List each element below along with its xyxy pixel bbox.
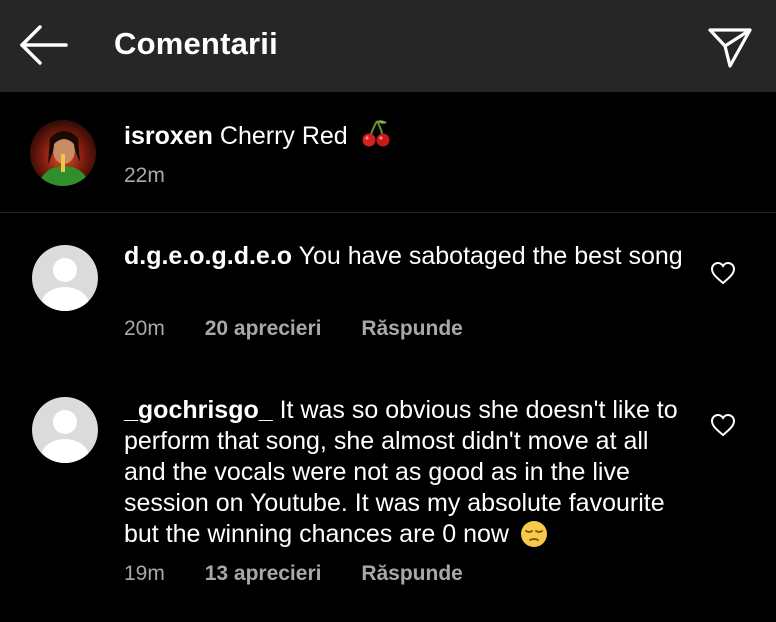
heart-icon xyxy=(710,261,736,285)
page-title: Comentarii xyxy=(114,26,278,61)
reply-button[interactable]: Răspunde xyxy=(361,562,463,586)
paper-plane-icon xyxy=(708,28,752,68)
author-avatar[interactable] xyxy=(30,120,96,186)
cherries-emoji xyxy=(361,118,391,156)
avatar[interactable] xyxy=(32,397,98,463)
pensive-face-emoji xyxy=(520,520,548,556)
caption-body: Cherry Red xyxy=(219,122,348,150)
post-caption: isroxen Cherry Red 22m xyxy=(0,92,776,212)
app-header: Comentarii xyxy=(0,0,776,92)
caption-timestamp: 22m xyxy=(124,164,165,187)
caption-text: isroxen Cherry Red xyxy=(124,118,391,156)
like-button[interactable] xyxy=(710,261,736,285)
comment-username[interactable]: _gochrisgo_ xyxy=(124,396,273,424)
back-button[interactable] xyxy=(18,22,72,68)
reply-button[interactable]: Răspunde xyxy=(361,317,463,341)
comment-meta: 20m 20 aprecieri Răspunde xyxy=(124,317,463,341)
comment-meta: 19m 13 aprecieri Răspunde xyxy=(124,562,463,586)
comment-item: d.g.e.o.g.d.e.o You have sabotaged the b… xyxy=(0,213,776,363)
comment-text: _gochrisgo_ It was so obvious she doesn'… xyxy=(124,395,694,556)
share-button[interactable] xyxy=(706,24,754,70)
likes-count-link[interactable]: 20 aprecieri xyxy=(205,317,322,341)
heart-icon xyxy=(710,413,736,437)
comment-text: d.g.e.o.g.d.e.o You have sabotaged the b… xyxy=(124,241,694,272)
author-username[interactable]: isroxen xyxy=(124,122,213,150)
arrow-left-icon xyxy=(20,25,68,65)
comment-body: You have sabotaged the best song xyxy=(298,242,683,270)
comment-timestamp: 19m xyxy=(124,562,165,585)
likes-count-link[interactable]: 13 aprecieri xyxy=(205,562,322,586)
comment-username[interactable]: d.g.e.o.g.d.e.o xyxy=(124,242,292,270)
comment-item: _gochrisgo_ It was so obvious she doesn'… xyxy=(0,363,776,622)
like-button[interactable] xyxy=(710,413,736,437)
avatar[interactable] xyxy=(32,245,98,311)
comment-timestamp: 20m xyxy=(124,317,165,340)
